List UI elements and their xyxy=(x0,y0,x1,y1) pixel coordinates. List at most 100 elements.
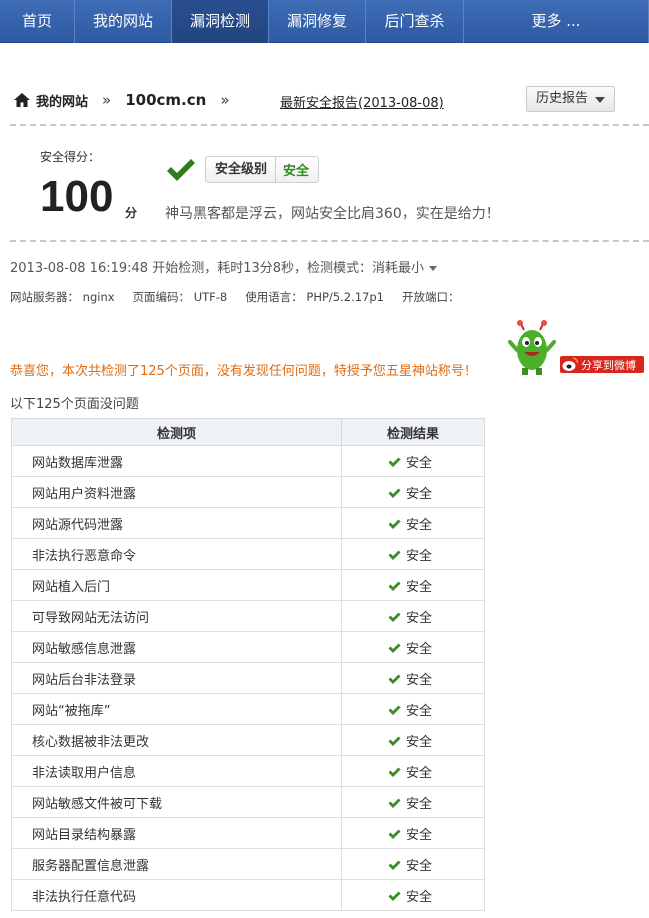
check-item-name: 非法读取用户信息 xyxy=(11,755,342,787)
congrats-message: 恭喜您，本次共检测了125个页面，没有发现任何问题，特授予您五星神站称号！ xyxy=(10,364,477,379)
score-value: 100 xyxy=(40,172,114,221)
table-row: 非法执行恶意命令 安全 xyxy=(11,538,485,570)
security-level-value: 安全 xyxy=(283,164,310,179)
server-language: 使用语言： PHP/5.2.17p1 xyxy=(245,290,384,304)
check-item-name: 服务器配置信息泄露 xyxy=(11,848,342,880)
score-label: 安全得分： xyxy=(40,150,101,164)
share-weibo-button[interactable]: 分享到微博 xyxy=(560,356,644,373)
table-row: 网站用户资料泄露 安全 xyxy=(11,476,485,508)
table-row: 非法执行任意代码 安全 xyxy=(11,879,485,911)
table-row: 网站数据库泄露 安全 xyxy=(11,445,485,477)
nav-my-sites[interactable]: 我的网站 xyxy=(75,0,172,43)
breadcrumb-my-sites[interactable]: 我的网站 xyxy=(36,91,88,110)
check-result-label: 安全 xyxy=(406,455,433,471)
scan-summary-text: 2013-08-08 16:19:48 开始检测，耗时13分8秒，检测模式：消耗… xyxy=(10,261,425,276)
server-software: 网站服务器： nginx xyxy=(10,290,115,304)
check-result-label: 安全 xyxy=(406,548,433,564)
checkmark-icon xyxy=(388,705,401,715)
checkmark-icon xyxy=(388,643,401,653)
check-item-name: 可导致网站无法访问 xyxy=(11,600,342,632)
check-result-label: 安全 xyxy=(406,579,433,595)
check-result: 安全 xyxy=(341,600,485,632)
share-weibo-label: 分享到微博 xyxy=(581,358,636,372)
table-row: 网站后台非法登录 安全 xyxy=(11,662,485,694)
check-item-name: 网站敏感文件被可下载 xyxy=(11,786,342,818)
check-result: 安全 xyxy=(341,693,485,725)
check-result-label: 安全 xyxy=(406,827,433,843)
checkmark-icon xyxy=(388,457,401,467)
check-result: 安全 xyxy=(341,538,485,570)
chevron-down-icon xyxy=(595,97,605,103)
breadcrumb-separator: » xyxy=(102,91,112,109)
check-result: 安全 xyxy=(341,631,485,663)
table-row: 可导致网站无法访问 安全 xyxy=(11,600,485,632)
score-unit: 分 xyxy=(125,206,138,220)
table-row: 非法读取用户信息 安全 xyxy=(11,755,485,787)
check-item-name: 非法执行恶意命令 xyxy=(11,538,342,570)
open-ports: 开放端口： xyxy=(401,290,460,304)
breadcrumb-separator: » xyxy=(220,91,230,109)
chevron-down-icon xyxy=(429,266,438,271)
server-info: 网站服务器： nginx 页面编码： UTF-8 使用语言： PHP/5.2.1… xyxy=(10,289,477,305)
check-result-label: 安全 xyxy=(406,641,433,657)
check-result-label: 安全 xyxy=(406,734,433,750)
check-result-label: 安全 xyxy=(406,765,433,781)
nav-home[interactable]: 首页 xyxy=(0,0,75,43)
checkmark-icon xyxy=(388,891,401,901)
history-report-dropdown[interactable]: 历史报告 xyxy=(526,86,615,112)
nav-backdoor-scan[interactable]: 后门查杀 xyxy=(366,0,464,43)
check-result: 安全 xyxy=(341,662,485,694)
check-result-label: 安全 xyxy=(406,796,433,812)
table-row: 服务器配置信息泄露 安全 xyxy=(11,848,485,880)
history-report-label: 历史报告 xyxy=(536,91,589,106)
table-header-row: 检测项 检测结果 xyxy=(11,418,485,446)
page-encoding: 页面编码： UTF-8 xyxy=(132,290,228,304)
security-level-badge: 安全级别 安全 xyxy=(205,156,320,183)
mascot-icon xyxy=(508,320,556,375)
check-result-label: 安全 xyxy=(406,703,433,719)
check-result-label: 安全 xyxy=(406,858,433,874)
check-result-label: 安全 xyxy=(406,486,433,502)
results-table: 检测项 检测结果 网站数据库泄露 安全 网站用户资料泄露 安全 网站源代码泄露 安全 非法执… xyxy=(11,418,485,911)
list-title: 以下125个页面没问题 xyxy=(10,397,139,412)
breadcrumb-domain[interactable]: 100cm.cn xyxy=(125,91,206,109)
nav-vuln-fix[interactable]: 漏洞修复 xyxy=(269,0,366,43)
check-result: 安全 xyxy=(341,476,485,508)
checkmark-icon xyxy=(388,736,401,746)
table-row: 网站目录结构暴露 安全 xyxy=(11,817,485,849)
checkmark-icon xyxy=(388,798,401,808)
table-row: 网站敏感信息泄露 安全 xyxy=(11,631,485,663)
column-header-result: 检测结果 xyxy=(341,418,485,446)
checkmark-icon xyxy=(388,674,401,684)
check-item-name: 网站源代码泄露 xyxy=(11,507,342,539)
check-item-name: 非法执行任意代码 xyxy=(11,879,342,911)
check-item-name: 网站植入后门 xyxy=(11,569,342,601)
checkmark-icon xyxy=(388,581,401,591)
nav-more[interactable]: 更多 ... xyxy=(464,0,649,43)
checkmark-icon xyxy=(167,159,195,181)
column-header-item: 检测项 xyxy=(11,418,342,446)
checkmark-icon xyxy=(388,488,401,498)
latest-report-link[interactable]: 最新安全报告(2013-08-08) xyxy=(280,92,444,111)
scan-summary[interactable]: 2013-08-08 16:19:48 开始检测，耗时13分8秒，检测模式：消耗… xyxy=(10,257,438,276)
top-nav: 首页 我的网站 漏洞检测 漏洞修复 后门查杀 更多 ... xyxy=(0,0,649,43)
check-result: 安全 xyxy=(341,569,485,601)
check-item-name: 网站目录结构暴露 xyxy=(11,817,342,849)
home-icon xyxy=(14,93,30,107)
check-result-label: 安全 xyxy=(406,517,433,533)
checkmark-icon xyxy=(388,767,401,777)
checkmark-icon xyxy=(388,829,401,839)
check-item-name: 网站数据库泄露 xyxy=(11,445,342,477)
check-item-name: 网站“被拖库” xyxy=(11,693,342,725)
check-result-label: 安全 xyxy=(406,672,433,688)
nav-vuln-scan[interactable]: 漏洞检测 xyxy=(172,0,269,43)
check-result-label: 安全 xyxy=(406,610,433,626)
check-result: 安全 xyxy=(341,445,485,477)
checkmark-icon xyxy=(388,612,401,622)
check-result: 安全 xyxy=(341,786,485,818)
check-item-name: 网站敏感信息泄露 xyxy=(11,631,342,663)
divider xyxy=(10,124,649,126)
check-result: 安全 xyxy=(341,848,485,880)
table-row: 网站“被拖库” 安全 xyxy=(11,693,485,725)
table-row: 网站敏感文件被可下载 安全 xyxy=(11,786,485,818)
